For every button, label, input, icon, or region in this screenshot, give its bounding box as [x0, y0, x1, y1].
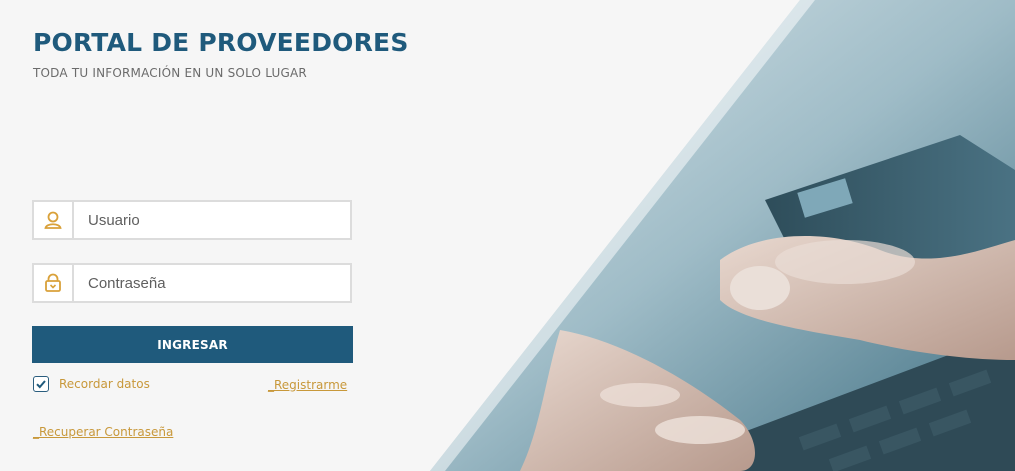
register-link[interactable]: _Registrarme [268, 378, 347, 392]
lock-icon [34, 265, 74, 301]
remember-label: Recordar datos [59, 377, 150, 391]
page-subtitle: TODA TU INFORMACIÓN EN UN SOLO LUGAR [33, 66, 307, 80]
remember-checkbox[interactable] [33, 376, 49, 392]
page-title: PORTAL DE PROVEEDORES [33, 28, 409, 57]
user-icon [34, 202, 74, 238]
login-button[interactable]: INGRESAR [32, 326, 353, 363]
check-icon [36, 380, 46, 389]
recover-password-link[interactable]: _Recuperar Contraseña [33, 425, 173, 439]
username-input[interactable] [74, 202, 350, 238]
remember-toggle[interactable]: Recordar datos [33, 376, 150, 392]
username-field[interactable] [32, 200, 352, 240]
password-field[interactable] [32, 263, 352, 303]
login-page: PORTAL DE PROVEEDORES TODA TU INFORMACIÓ… [0, 0, 1015, 471]
password-input[interactable] [74, 265, 350, 301]
